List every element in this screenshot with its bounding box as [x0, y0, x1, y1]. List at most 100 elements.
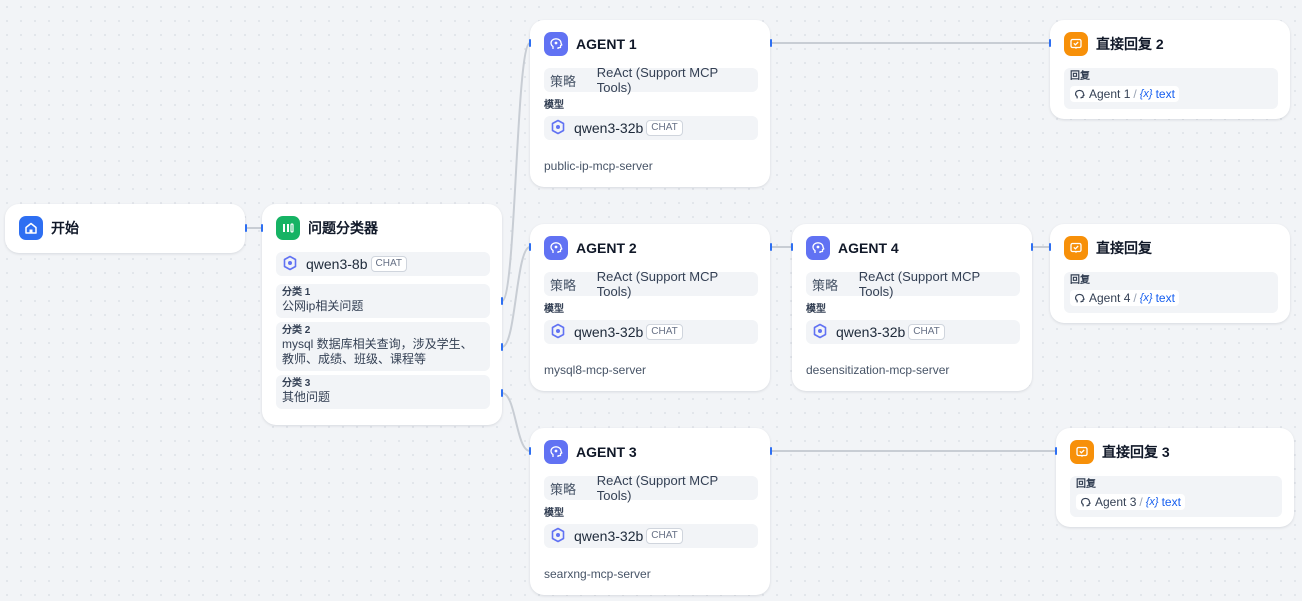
agent-1-model-row[interactable]: qwen3-32b CHAT: [544, 116, 758, 140]
reply-icon: [1064, 32, 1088, 56]
mcp-server-name: public-ip-mcp-server: [544, 159, 653, 173]
model-label: 模型: [544, 304, 564, 315]
agent-icon: [544, 236, 568, 260]
classifier-icon: [276, 216, 300, 240]
model-logo-icon: [550, 119, 566, 138]
class-label: 分类 2: [282, 325, 311, 336]
start-output-handle[interactable]: [245, 224, 247, 232]
agent-small-icon: [1080, 497, 1091, 508]
model-name: qwen3-32b: [836, 324, 906, 340]
model-label: 模型: [544, 100, 564, 111]
class-text: 公网ip相关问题: [282, 299, 364, 313]
agent-3-node[interactable]: AGENT 3 策略 ReAct (Support MCP Tools) 模型 …: [530, 428, 770, 595]
model-badge: CHAT: [646, 324, 683, 340]
model-logo-icon: [550, 323, 566, 342]
agent-small-icon: [1074, 89, 1085, 100]
reply-source: Agent 1: [1089, 87, 1131, 101]
reply-source: Agent 4: [1089, 291, 1131, 305]
model-badge: CHAT: [908, 324, 945, 340]
variable-icon: {x}: [1139, 88, 1153, 100]
class-2-output-handle[interactable]: [501, 343, 503, 351]
reply-label: 回复: [1076, 479, 1096, 490]
class-label: 分类 3: [282, 378, 311, 389]
variable-icon: {x}: [1139, 292, 1153, 304]
mcp-server-name: searxng-mcp-server: [544, 567, 651, 581]
agent-3-strategy-row[interactable]: 策略 ReAct (Support MCP Tools): [544, 473, 758, 503]
strategy-value: ReAct (Support MCP Tools): [858, 269, 980, 299]
agent-1-node[interactable]: AGENT 1 策略 ReAct (Support MCP Tools) 模型 …: [530, 20, 770, 187]
classifier-model-name: qwen3-8b: [306, 256, 368, 272]
reply-content[interactable]: 回复 Agent 4 / {x} text: [1064, 272, 1278, 313]
agent-icon: [544, 32, 568, 56]
agent-3-input-handle[interactable]: [529, 447, 531, 455]
classifier-model-row[interactable]: qwen3-8b CHAT: [276, 252, 490, 276]
agent-4-strategy-row[interactable]: 策略 ReAct (Support MCP Tools): [806, 269, 1020, 299]
class-text: 其他问题: [282, 390, 331, 404]
class-1-output-handle[interactable]: [501, 297, 503, 305]
edge-class3-agent3: [501, 392, 531, 452]
agent-2-input-handle[interactable]: [529, 243, 531, 251]
variable-icon: {x}: [1145, 496, 1159, 508]
model-badge: CHAT: [646, 528, 683, 544]
reply-source: Agent 3: [1095, 495, 1137, 509]
classifier-class-1[interactable]: 分类 1 公网ip相关问题: [276, 284, 490, 318]
mcp-server-name: desensitization-mcp-server: [806, 363, 950, 377]
reply-variable-tag[interactable]: Agent 1 / {x} text: [1070, 86, 1179, 102]
reply-title: 直接回复: [1096, 240, 1152, 256]
classifier-class-3[interactable]: 分类 3 其他问题: [276, 375, 490, 409]
strategy-value: ReAct (Support MCP Tools): [596, 473, 718, 503]
model-label: 模型: [544, 508, 564, 519]
reply-icon: [1064, 236, 1088, 260]
agent-2-output-handle[interactable]: [770, 243, 772, 251]
agent-4-node[interactable]: AGENT 4 策略 ReAct (Support MCP Tools) 模型 …: [792, 224, 1032, 391]
agent-4-input-handle[interactable]: [791, 243, 793, 251]
agent-4-output-handle[interactable]: [1031, 243, 1033, 251]
agent-4-model-row[interactable]: qwen3-32b CHAT: [806, 320, 1020, 344]
classifier-input-handle[interactable]: [261, 224, 263, 232]
start-node[interactable]: 开始: [5, 204, 245, 253]
agent-2-model-row[interactable]: qwen3-32b CHAT: [544, 320, 758, 344]
strategy-value: ReAct (Support MCP Tools): [596, 269, 718, 299]
reply-input-handle[interactable]: [1049, 243, 1051, 251]
agent-3-title: AGENT 3: [576, 444, 637, 460]
reply-2-input-handle[interactable]: [1049, 39, 1051, 47]
class-3-output-handle[interactable]: [501, 389, 503, 397]
strategy-key: 策略: [550, 481, 577, 497]
agent-1-output-handle[interactable]: [770, 39, 772, 47]
reply-separator: /: [1139, 495, 1143, 509]
model-logo-icon: [550, 527, 566, 546]
model-label: 模型: [806, 304, 826, 315]
strategy-key: 策略: [812, 277, 839, 293]
agent-2-strategy-row[interactable]: 策略 ReAct (Support MCP Tools): [544, 269, 758, 299]
agent-icon: [806, 236, 830, 260]
classifier-class-2[interactable]: 分类 2 mysql 数据库相关查询，涉及学生、教师、成绩、班级、课程等: [276, 322, 490, 371]
home-icon: [19, 216, 43, 240]
reply-node[interactable]: 直接回复 回复 Agent 4 / {x} text: [1050, 224, 1290, 323]
reply-variable-tag[interactable]: Agent 4 / {x} text: [1070, 290, 1179, 306]
class-label: 分类 1: [282, 287, 311, 298]
agent-1-input-handle[interactable]: [529, 39, 531, 47]
reply-3-content[interactable]: 回复 Agent 3 / {x} text: [1070, 476, 1282, 517]
model-badge: CHAT: [646, 120, 683, 136]
agent-1-strategy-row[interactable]: 策略 ReAct (Support MCP Tools): [544, 65, 758, 95]
agent-3-output-handle[interactable]: [770, 447, 772, 455]
reply-3-node[interactable]: 直接回复 3 回复 Agent 3 / {x} text: [1056, 428, 1294, 527]
class-text: mysql 数据库相关查询，涉及学生、教师、成绩、班级、课程等: [282, 337, 473, 366]
strategy-value: ReAct (Support MCP Tools): [596, 65, 718, 95]
reply-3-input-handle[interactable]: [1055, 447, 1057, 455]
agent-2-node[interactable]: AGENT 2 策略 ReAct (Support MCP Tools) 模型 …: [530, 224, 770, 391]
reply-separator: /: [1133, 87, 1137, 101]
classifier-node[interactable]: 问题分类器 qwen3-8b CHAT 分类 1 公网ip相关问题 分类 2 m…: [262, 204, 502, 425]
strategy-key: 策略: [550, 73, 577, 89]
reply-variable-tag[interactable]: Agent 3 / {x} text: [1076, 494, 1185, 510]
model-name: qwen3-32b: [574, 120, 644, 136]
reply-2-node[interactable]: 直接回复 2 回复 Agent 1 / {x} text: [1050, 20, 1290, 119]
agent-4-title: AGENT 4: [838, 240, 899, 256]
edge-class2-agent2: [501, 246, 531, 348]
agent-2-title: AGENT 2: [576, 240, 637, 256]
strategy-key: 策略: [550, 277, 577, 293]
reply-2-content[interactable]: 回复 Agent 1 / {x} text: [1064, 68, 1278, 109]
reply-variable: text: [1155, 291, 1175, 305]
classifier-node-title: 问题分类器: [308, 220, 378, 236]
agent-3-model-row[interactable]: qwen3-32b CHAT: [544, 524, 758, 548]
